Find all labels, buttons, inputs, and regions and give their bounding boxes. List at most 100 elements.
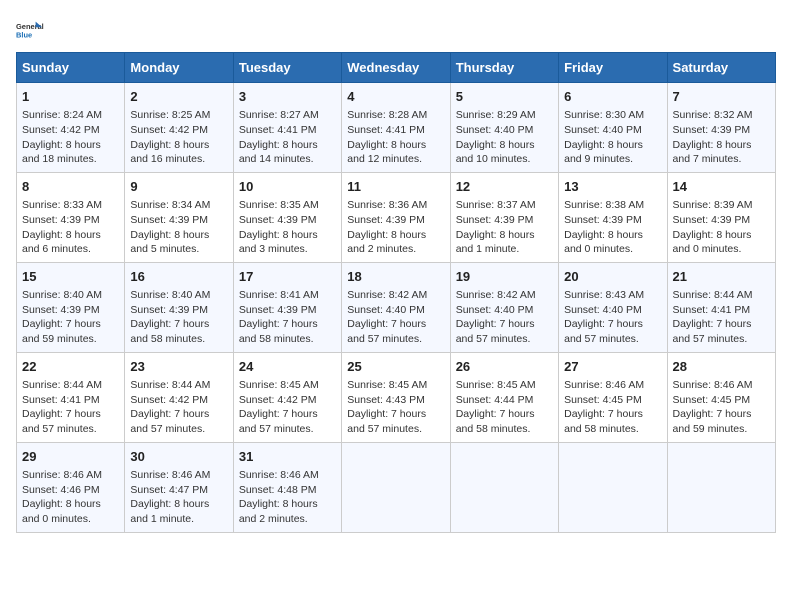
day-number: 6	[564, 88, 661, 106]
daylight-label: Daylight:	[456, 318, 500, 330]
sunrise-label: Sunrise:	[130, 469, 171, 481]
sunset-time: 4:40 PM	[386, 304, 425, 316]
daylight-label: Daylight:	[347, 229, 391, 241]
sunset-time: 4:39 PM	[277, 214, 316, 226]
svg-text:Blue: Blue	[16, 30, 32, 39]
sunrise-time: 8:44 AM	[63, 379, 102, 391]
day-number: 27	[564, 358, 661, 376]
sunset-time: 4:39 PM	[603, 214, 642, 226]
calendar-cell: 17 Sunrise: 8:41 AM Sunset: 4:39 PM Dayl…	[233, 262, 341, 352]
calendar-header-row: SundayMondayTuesdayWednesdayThursdayFrid…	[17, 53, 776, 83]
daylight-label: Daylight:	[347, 408, 391, 420]
sunset-label: Sunset:	[456, 394, 495, 406]
cell-content: Sunrise: 8:28 AM Sunset: 4:41 PM Dayligh…	[347, 108, 444, 167]
daylight-label: Daylight:	[673, 408, 717, 420]
sunset-label: Sunset:	[239, 484, 278, 496]
sunrise-time: 8:45 AM	[389, 379, 428, 391]
day-number: 15	[22, 268, 119, 286]
sunset-time: 4:42 PM	[169, 394, 208, 406]
calendar-cell: 20 Sunrise: 8:43 AM Sunset: 4:40 PM Dayl…	[559, 262, 667, 352]
daylight-label: Daylight:	[239, 498, 283, 510]
sunset-time: 4:42 PM	[277, 394, 316, 406]
daylight-label: Daylight:	[456, 139, 500, 151]
sunset-label: Sunset:	[347, 124, 386, 136]
daylight-label: Daylight:	[130, 139, 174, 151]
day-number: 29	[22, 448, 119, 466]
sunrise-label: Sunrise:	[239, 469, 280, 481]
sunset-time: 4:41 PM	[386, 124, 425, 136]
sunset-label: Sunset:	[456, 214, 495, 226]
daylight-label: Daylight:	[22, 229, 66, 241]
day-number: 31	[239, 448, 336, 466]
sunset-label: Sunset:	[130, 394, 169, 406]
calendar-cell: 16 Sunrise: 8:40 AM Sunset: 4:39 PM Dayl…	[125, 262, 233, 352]
cell-content: Sunrise: 8:41 AM Sunset: 4:39 PM Dayligh…	[239, 288, 336, 347]
day-number: 9	[130, 178, 227, 196]
day-number: 12	[456, 178, 553, 196]
cell-content: Sunrise: 8:29 AM Sunset: 4:40 PM Dayligh…	[456, 108, 553, 167]
daylight-label: Daylight:	[22, 498, 66, 510]
sunset-time: 4:40 PM	[603, 304, 642, 316]
col-header-thursday: Thursday	[450, 53, 558, 83]
day-number: 28	[673, 358, 770, 376]
day-number: 26	[456, 358, 553, 376]
sunrise-label: Sunrise:	[564, 199, 605, 211]
day-number: 10	[239, 178, 336, 196]
calendar-cell: 13 Sunrise: 8:38 AM Sunset: 4:39 PM Dayl…	[559, 172, 667, 262]
calendar-cell: 7 Sunrise: 8:32 AM Sunset: 4:39 PM Dayli…	[667, 83, 775, 173]
sunrise-label: Sunrise:	[456, 379, 497, 391]
sunrise-time: 8:39 AM	[714, 199, 753, 211]
sunrise-time: 8:30 AM	[606, 109, 645, 121]
calendar-cell: 12 Sunrise: 8:37 AM Sunset: 4:39 PM Dayl…	[450, 172, 558, 262]
sunrise-time: 8:27 AM	[280, 109, 319, 121]
cell-content: Sunrise: 8:46 AM Sunset: 4:47 PM Dayligh…	[130, 468, 227, 527]
col-header-wednesday: Wednesday	[342, 53, 450, 83]
calendar-week-3: 15 Sunrise: 8:40 AM Sunset: 4:39 PM Dayl…	[17, 262, 776, 352]
calendar-body: 1 Sunrise: 8:24 AM Sunset: 4:42 PM Dayli…	[17, 83, 776, 533]
daylight-label: Daylight:	[564, 318, 608, 330]
cell-content: Sunrise: 8:45 AM Sunset: 4:42 PM Dayligh…	[239, 378, 336, 437]
sunrise-time: 8:32 AM	[714, 109, 753, 121]
sunrise-label: Sunrise:	[347, 109, 388, 121]
daylight-label: Daylight:	[130, 498, 174, 510]
sunset-label: Sunset:	[22, 304, 61, 316]
day-number: 3	[239, 88, 336, 106]
cell-content: Sunrise: 8:38 AM Sunset: 4:39 PM Dayligh…	[564, 198, 661, 257]
sunset-label: Sunset:	[564, 304, 603, 316]
sunset-label: Sunset:	[22, 124, 61, 136]
daylight-label: Daylight:	[130, 229, 174, 241]
sunset-label: Sunset:	[673, 214, 712, 226]
cell-content: Sunrise: 8:44 AM Sunset: 4:42 PM Dayligh…	[130, 378, 227, 437]
daylight-label: Daylight:	[239, 229, 283, 241]
cell-content: Sunrise: 8:32 AM Sunset: 4:39 PM Dayligh…	[673, 108, 770, 167]
sunrise-label: Sunrise:	[673, 199, 714, 211]
calendar-cell: 6 Sunrise: 8:30 AM Sunset: 4:40 PM Dayli…	[559, 83, 667, 173]
sunset-time: 4:39 PM	[277, 304, 316, 316]
calendar-cell: 11 Sunrise: 8:36 AM Sunset: 4:39 PM Dayl…	[342, 172, 450, 262]
calendar-cell	[342, 442, 450, 532]
sunrise-label: Sunrise:	[130, 109, 171, 121]
calendar-cell	[667, 442, 775, 532]
calendar-cell: 21 Sunrise: 8:44 AM Sunset: 4:41 PM Dayl…	[667, 262, 775, 352]
sunrise-label: Sunrise:	[564, 289, 605, 301]
calendar-cell: 19 Sunrise: 8:42 AM Sunset: 4:40 PM Dayl…	[450, 262, 558, 352]
sunrise-time: 8:45 AM	[280, 379, 319, 391]
cell-content: Sunrise: 8:25 AM Sunset: 4:42 PM Dayligh…	[130, 108, 227, 167]
calendar-cell: 15 Sunrise: 8:40 AM Sunset: 4:39 PM Dayl…	[17, 262, 125, 352]
calendar-cell: 31 Sunrise: 8:46 AM Sunset: 4:48 PM Dayl…	[233, 442, 341, 532]
daylight-label: Daylight:	[456, 229, 500, 241]
cell-content: Sunrise: 8:45 AM Sunset: 4:44 PM Dayligh…	[456, 378, 553, 437]
sunset-time: 4:46 PM	[61, 484, 100, 496]
cell-content: Sunrise: 8:37 AM Sunset: 4:39 PM Dayligh…	[456, 198, 553, 257]
calendar-week-2: 8 Sunrise: 8:33 AM Sunset: 4:39 PM Dayli…	[17, 172, 776, 262]
day-number: 14	[673, 178, 770, 196]
calendar-cell: 2 Sunrise: 8:25 AM Sunset: 4:42 PM Dayli…	[125, 83, 233, 173]
sunset-label: Sunset:	[456, 124, 495, 136]
sunset-label: Sunset:	[239, 214, 278, 226]
sunrise-label: Sunrise:	[22, 469, 63, 481]
cell-content: Sunrise: 8:40 AM Sunset: 4:39 PM Dayligh…	[130, 288, 227, 347]
sunset-time: 4:41 PM	[61, 394, 100, 406]
col-header-sunday: Sunday	[17, 53, 125, 83]
cell-content: Sunrise: 8:40 AM Sunset: 4:39 PM Dayligh…	[22, 288, 119, 347]
sunset-time: 4:39 PM	[169, 214, 208, 226]
